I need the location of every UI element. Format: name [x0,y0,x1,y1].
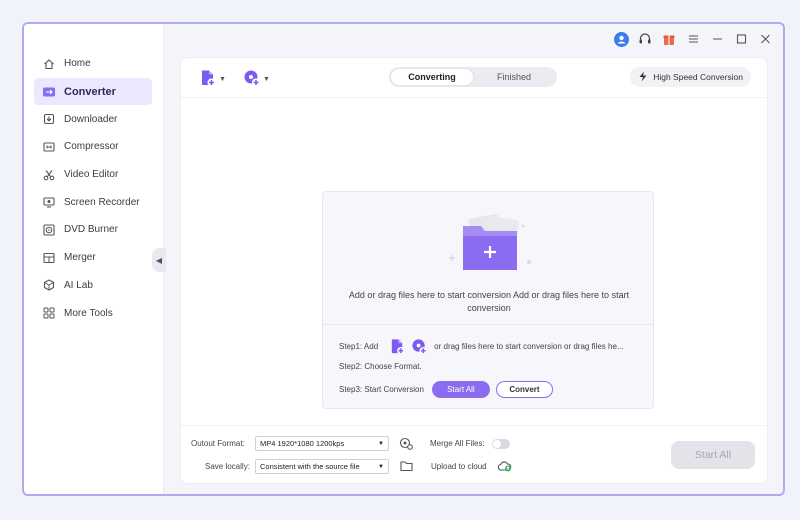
scissors-icon [42,168,56,182]
merger-icon [42,251,56,265]
sidebar-item-label: AI Lab [64,279,93,291]
tab-finished[interactable]: Finished [473,69,555,85]
app-window: Home Converter Downloader Compressor Vid… [22,22,785,496]
sidebar-item-label: Home [64,58,91,70]
status-tabs: Converting Finished [389,67,557,87]
sidebar-item-label: Converter [64,85,116,98]
title-bar-controls [613,31,773,47]
chevron-down-icon: ▼ [263,76,270,83]
maximize-icon[interactable] [733,31,749,47]
save-location-value: Consistent with the source file [260,462,360,471]
convert-button[interactable]: Convert [495,381,553,398]
chevron-down-icon: ▼ [378,440,384,447]
step3-row: Step3: Start Conversion Start All Conver… [339,381,553,398]
step1-hint: or drag files here to start conversion o… [434,341,624,351]
sidebar-item-label: Video Editor [64,169,119,181]
sidebar-item-ai-lab[interactable]: AI Lab [34,272,152,300]
output-format-label: Outout Format: [191,439,245,448]
output-format-value: MP4 1920*1080 1200kps [260,439,345,448]
minimize-icon[interactable] [709,31,725,47]
grid-icon [42,306,56,320]
save-locally-label: Save locally: [205,462,250,471]
sidebar-item-label: Compressor [64,141,119,153]
sidebar-item-converter[interactable]: Converter [34,77,152,106]
sidebar-item-label: DVD Burner [64,224,118,236]
ai-lab-icon [42,278,56,292]
file-drop-zone[interactable]: Add or drag files here to start conversi… [322,191,654,409]
cloud-upload-icon[interactable] [497,460,512,475]
chevron-down-icon: ▼ [378,463,384,470]
gift-icon[interactable] [661,31,677,47]
high-speed-label: High Speed Conversion [653,72,743,82]
conversion-steps: Step1: Add or drag files here to start c… [323,324,653,410]
bottom-settings-bar: Outout Format: MP4 1920*1080 1200kps ▼ M… [181,425,767,483]
step1-row: Step1: Add or drag files here to start c… [339,337,630,355]
toolbar: ▼ ▼ Converting Finished High Speed Conve… [181,58,767,98]
sidebar-item-label: Screen Recorder [64,196,140,208]
merge-all-toggle[interactable] [492,439,510,449]
sidebar-item-dvd-burner[interactable]: DVD Burner [34,216,152,244]
home-icon [42,57,56,71]
sidebar-nav: Home Converter Downloader Compressor Vid… [34,50,152,327]
downloader-icon [42,112,56,126]
save-location-select[interactable]: Consistent with the source file ▼ [255,459,389,474]
sidebar-item-home[interactable]: Home [34,50,152,78]
folder-icon[interactable] [400,460,413,475]
screen-recorder-icon [42,195,56,209]
start-all-button-small[interactable]: Start All [431,381,490,398]
step1-label: Step1: Add [339,341,379,351]
menu-icon[interactable] [685,31,701,47]
add-disc-icon [243,69,261,90]
chevron-left-icon: ◀ [155,255,163,265]
sidebar-item-merger[interactable]: Merger [34,244,152,272]
output-format-select[interactable]: MP4 1920*1080 1200kps ▼ [255,436,389,451]
merge-all-label: Merge All Files: [430,439,485,448]
sidebar-item-downloader[interactable]: Downloader [34,105,152,133]
add-dvd-button[interactable]: ▼ [243,69,270,90]
tab-converting[interactable]: Converting [391,69,473,85]
add-disc-icon[interactable] [410,337,428,355]
drop-zone-hint: Add or drag files here to start conversi… [348,290,630,313]
sidebar-item-label: Merger [64,252,96,264]
add-file-icon [199,69,217,90]
headset-support-icon[interactable] [637,31,653,47]
dvd-icon [42,223,56,237]
sidebar-item-video-editor[interactable]: Video Editor [34,161,152,189]
lightning-icon [638,71,648,84]
sidebar-item-more-tools[interactable]: More Tools [34,299,152,327]
close-icon[interactable] [757,31,773,47]
sidebar-item-compressor[interactable]: Compressor [34,133,152,161]
converter-icon [42,85,56,99]
step2-label: Step2: Choose Format. [339,362,422,371]
converter-panel: ▼ ▼ Converting Finished High Speed Conve… [180,57,768,484]
sidebar-item-label: More Tools [64,307,113,319]
folder-add-icon [441,212,537,278]
sidebar-item-label: Downloader [64,113,118,125]
add-files-button[interactable]: ▼ [199,69,226,90]
step3-label: Step3: Start Conversion [339,385,424,394]
sidebar-collapse-button[interactable]: ◀ [152,248,166,272]
format-settings-icon[interactable] [399,436,413,453]
add-file-icon[interactable] [388,337,406,355]
start-all-button[interactable]: Start All [671,441,755,469]
sidebar: Home Converter Downloader Compressor Vid… [24,24,164,494]
compressor-icon [42,140,56,154]
sidebar-item-screen-recorder[interactable]: Screen Recorder [34,188,152,216]
upload-to-cloud-label: Upload to cloud [431,462,487,471]
high-speed-conversion-button[interactable]: High Speed Conversion [630,67,751,87]
chevron-down-icon: ▼ [219,76,226,83]
account-icon[interactable] [613,31,629,47]
